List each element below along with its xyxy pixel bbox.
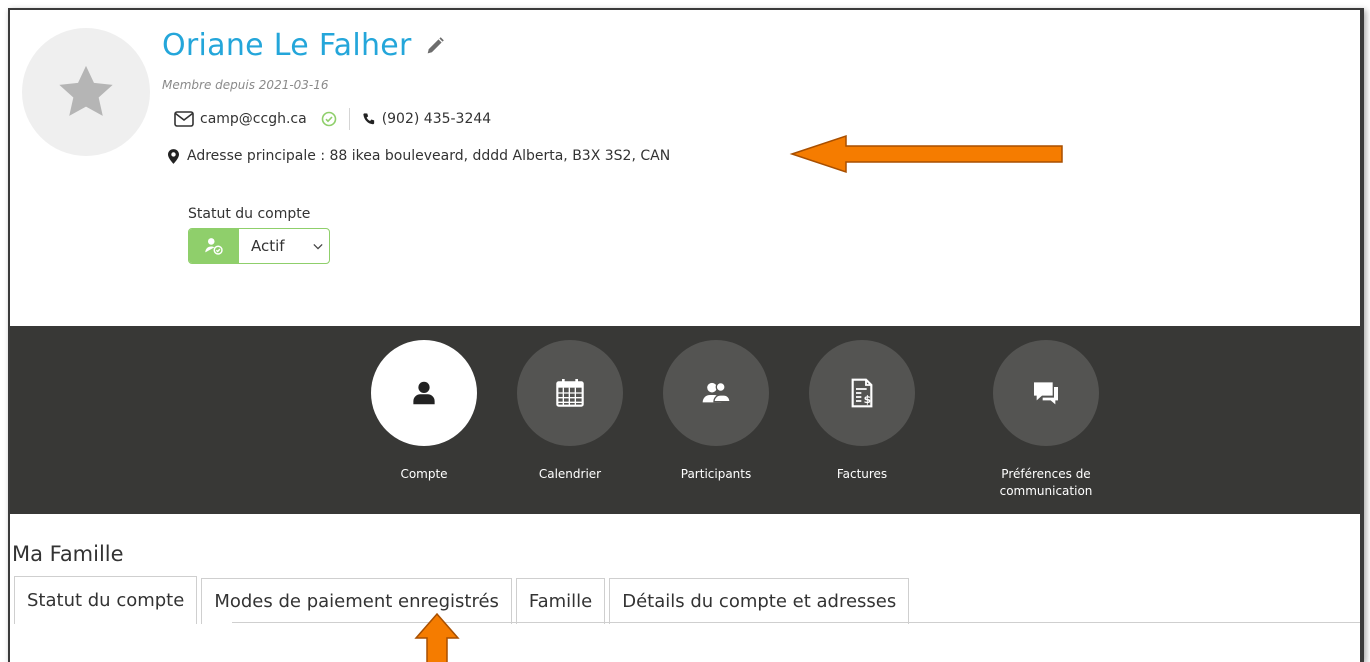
nav-label: Préférences de communication	[999, 467, 1093, 498]
users-icon	[702, 381, 731, 403]
tab-family[interactable]: Famille	[515, 578, 606, 624]
user-check-icon	[189, 229, 239, 263]
tab-divider	[232, 622, 1360, 623]
user-icon	[413, 381, 435, 405]
map-marker-icon	[168, 148, 179, 164]
contact-row: camp@ccgh.ca (902) 435-3244	[174, 108, 491, 130]
phone-number[interactable]: (902) 435-3244	[382, 111, 492, 127]
verified-check-icon	[321, 111, 337, 127]
nav-item-calendrier[interactable]: Calendrier	[495, 340, 645, 483]
envelope-icon	[174, 111, 194, 127]
nav-label: Calendrier	[538, 467, 602, 481]
address-row: Adresse principale : 88 ikea bouleveard,…	[168, 148, 670, 164]
profile-header: Oriane Le Falher	[162, 28, 446, 63]
account-nav-bar: Compte Calendrier Participants $ Facture…	[10, 326, 1360, 514]
nav-item-compte[interactable]: Compte	[349, 340, 499, 483]
nav-circle	[517, 340, 623, 446]
nav-item-communication[interactable]: Préférences de communication	[971, 340, 1121, 500]
member-since: Membre depuis 2021-03-16	[162, 78, 329, 92]
phone-icon	[362, 112, 376, 126]
primary-address: Adresse principale : 88 ikea bouleveard,…	[187, 148, 671, 164]
tab-bar: Statut du compte Modes de paiement enreg…	[14, 576, 913, 624]
nav-circle: $	[809, 340, 915, 446]
nav-label: Compte	[400, 467, 448, 481]
account-page: Oriane Le Falher Membre depuis 2021-03-1…	[8, 8, 1364, 662]
section-title: Ma Famille	[12, 542, 124, 566]
chevron-down-icon	[307, 229, 329, 263]
invoice-icon: $	[851, 378, 873, 408]
nav-circle	[993, 340, 1099, 446]
account-status-label: Statut du compte	[188, 206, 311, 222]
email-link[interactable]: camp@ccgh.ca	[200, 111, 307, 127]
annotation-arrow-left	[789, 134, 1063, 174]
calendar-icon	[556, 379, 584, 407]
tab-payment-methods[interactable]: Modes de paiement enregistrés	[201, 578, 512, 624]
nav-circle	[371, 340, 477, 446]
chat-icon	[1034, 382, 1058, 405]
nav-item-factures[interactable]: $ Factures	[787, 340, 937, 483]
tab-account-details[interactable]: Détails du compte et adresses	[609, 578, 910, 624]
profile-name: Oriane Le Falher	[162, 28, 412, 63]
nav-item-participants[interactable]: Participants	[641, 340, 791, 483]
star-icon	[59, 65, 113, 116]
nav-label: Factures	[836, 467, 888, 481]
nav-circle	[663, 340, 769, 446]
account-status-select[interactable]: Actif	[188, 228, 330, 264]
account-status-value: Actif	[251, 237, 285, 255]
avatar	[22, 28, 150, 156]
svg-text:$: $	[864, 393, 871, 406]
pencil-icon[interactable]	[424, 35, 446, 57]
annotation-arrow-up	[414, 612, 460, 662]
divider	[348, 108, 350, 130]
nav-label: Participants	[680, 467, 752, 481]
tab-account-status[interactable]: Statut du compte	[14, 576, 198, 624]
